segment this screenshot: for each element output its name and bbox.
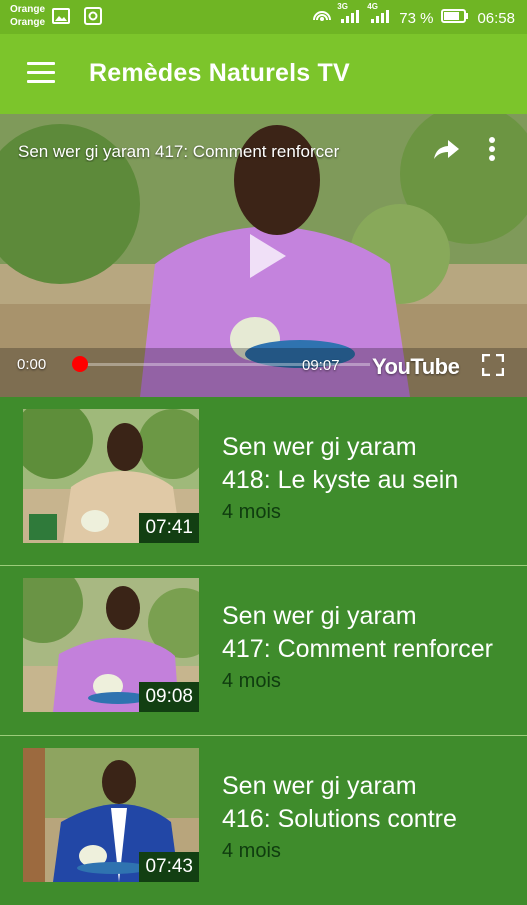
video-player[interactable]: Sen wer gi yaram 417: Comment renforcer … <box>0 114 527 397</box>
app-notification-icon <box>84 7 102 30</box>
share-icon[interactable] <box>432 138 460 167</box>
duration-badge: 07:43 <box>139 852 199 882</box>
signal-1-icon: 3G <box>337 2 361 28</box>
video-title[interactable]: Sen wer gi yaram 418: Le kyste au sein <box>222 431 507 497</box>
network-type-2: 4G <box>367 2 378 11</box>
video-title[interactable]: Sen wer gi yaram 417: Comment renforcer <box>222 600 507 666</box>
duration-badge: 09:08 <box>139 682 199 712</box>
video-title-line-2: 417: Comment renforcer <box>222 635 493 663</box>
signal-2-icon: 4G <box>367 2 391 28</box>
youtube-logo[interactable]: YouTube <box>372 354 460 380</box>
app-title: Remèdes Naturels TV <box>89 59 350 87</box>
video-list: 07:41 Sen wer gi yaram 418: Le kyste au … <box>0 397 527 905</box>
more-vert-icon[interactable] <box>488 136 496 167</box>
video-thumbnail[interactable]: 07:43 <box>23 748 199 882</box>
hotspot-icon <box>313 8 332 28</box>
video-list-item[interactable]: 07:41 Sen wer gi yaram 418: Le kyste au … <box>0 397 527 565</box>
video-title-line-1: Sen wer gi yaram <box>222 433 417 461</box>
video-age: 4 mois <box>222 840 281 862</box>
network-type-1: 3G <box>337 2 348 11</box>
fullscreen-icon[interactable] <box>481 353 505 381</box>
video-list-item[interactable]: 07:43 Sen wer gi yaram 416: Solutions co… <box>0 735 527 905</box>
player-video-title: Sen wer gi yaram 417: Comment renforcer <box>18 142 340 161</box>
video-thumbnail[interactable]: 09:08 <box>23 578 199 712</box>
video-list-item[interactable]: 09:08 Sen wer gi yaram 417: Comment renf… <box>0 565 527 735</box>
video-title-line-2: 416: Solutions contre <box>222 805 457 833</box>
duration-badge: 07:41 <box>139 513 199 543</box>
clock: 06:58 <box>477 9 515 27</box>
video-title-line-1: Sen wer gi yaram <box>222 772 417 800</box>
video-thumbnail[interactable]: 07:41 <box>23 409 199 543</box>
carrier-line-2: Orange <box>10 17 46 28</box>
video-age: 4 mois <box>222 501 281 523</box>
carrier-label: Orange Orange <box>10 4 45 30</box>
video-title[interactable]: Sen wer gi yaram 416: Solutions contre <box>222 770 507 836</box>
battery-level: 73 % <box>399 9 434 27</box>
video-duration: 09:07 <box>302 357 340 374</box>
video-title-line-2: 418: Le kyste au sein <box>222 466 459 494</box>
video-title-line-1: Sen wer gi yaram <box>222 602 417 630</box>
app-bar: Remèdes Naturels TV <box>0 34 527 114</box>
image-icon <box>52 7 70 30</box>
video-age: 4 mois <box>222 670 281 692</box>
battery-icon <box>441 9 469 27</box>
hamburger-menu-icon[interactable] <box>27 62 55 84</box>
scrubber-handle[interactable] <box>72 356 88 372</box>
status-bar: Orange Orange 3G 4G 73 % 06:58 <box>0 0 527 34</box>
carrier-line-1: Orange <box>10 4 46 15</box>
current-time: 0:00 <box>17 356 47 373</box>
play-icon[interactable] <box>236 226 296 291</box>
